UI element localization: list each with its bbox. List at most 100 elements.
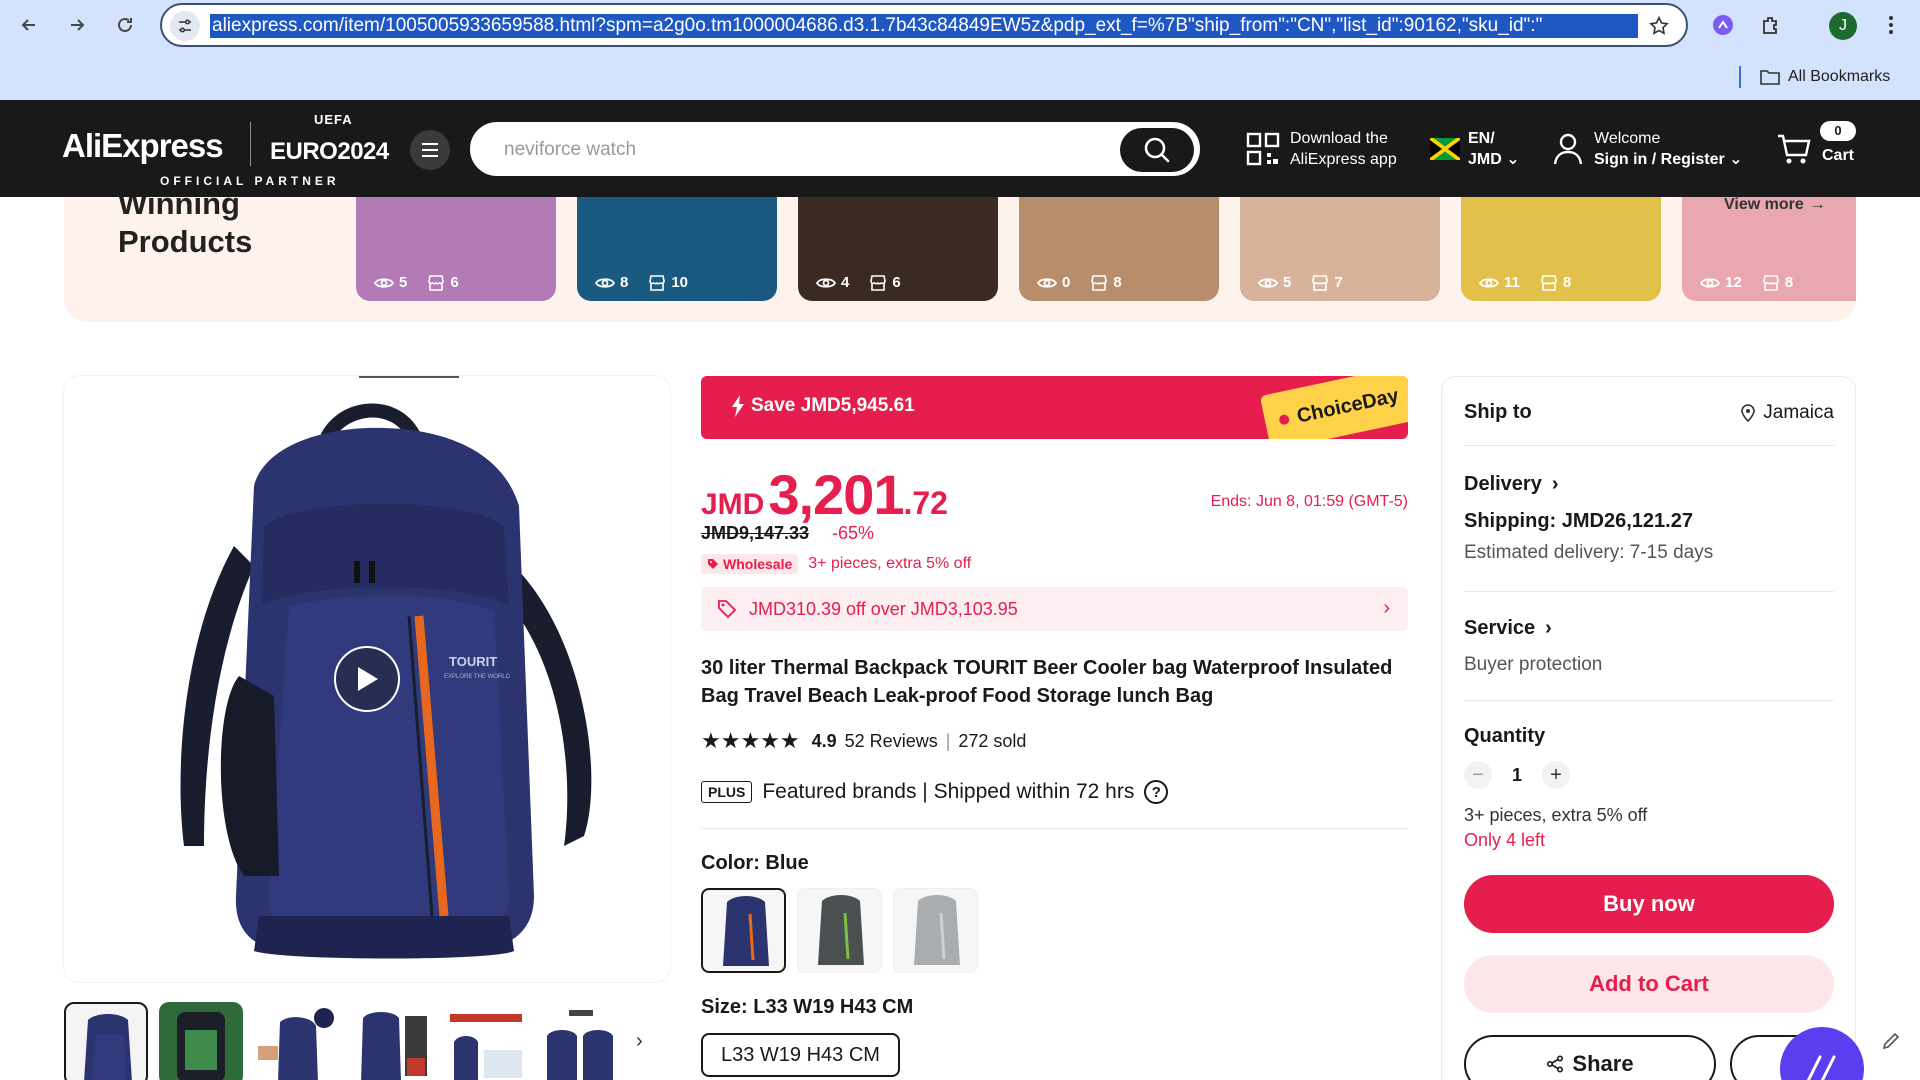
service-row[interactable]: Service ›	[1464, 617, 1834, 640]
url-text[interactable]: aliexpress.com/item/1005005933659588.htm…	[210, 14, 1638, 38]
quantity-value[interactable]: 1	[1512, 765, 1522, 786]
color-swatch-blue[interactable]	[701, 888, 786, 973]
store-icon	[870, 274, 887, 291]
buy-now-button[interactable]: Buy now	[1464, 875, 1834, 933]
download-app-link[interactable]: Download the AliExpress app	[1246, 100, 1397, 197]
account-menu[interactable]: Welcome Sign in / Register ⌄	[1552, 100, 1743, 197]
divider	[701, 828, 1408, 829]
sign-in-register-link[interactable]: Sign in / Register ⌄	[1594, 149, 1743, 170]
thumbnail[interactable]	[64, 1002, 148, 1080]
views-stat: 0	[1037, 274, 1070, 291]
extensions-icon[interactable]	[1756, 10, 1786, 40]
search-button[interactable]	[1120, 128, 1194, 172]
download-line1: Download the	[1290, 129, 1388, 147]
ship-to-row[interactable]: Ship to Jamaica	[1464, 401, 1834, 424]
official-partner-text: OFFICIAL PARTNER	[160, 174, 340, 188]
views-stat: 11	[1479, 274, 1520, 291]
back-icon[interactable]	[14, 10, 44, 40]
category-menu-button[interactable]	[410, 130, 450, 170]
eye-icon	[816, 277, 836, 288]
winning-product-card[interactable]: 46	[798, 197, 998, 301]
decrease-quantity-button[interactable]: −	[1464, 761, 1492, 789]
views-stat: 8	[595, 274, 628, 291]
winning-product-card[interactable]: 11 8	[1461, 197, 1661, 301]
sold-count: 272 sold	[958, 730, 1027, 751]
thumbnail[interactable]	[254, 1002, 338, 1080]
product-stats: 11 8	[1479, 274, 1571, 291]
delivery-row[interactable]: Delivery ›	[1464, 473, 1834, 496]
color-swatch-grey[interactable]	[797, 888, 882, 973]
choice-dot	[1278, 413, 1291, 426]
coupon-bar[interactable]: JMD310.39 off over JMD3,103.95 ›	[701, 587, 1408, 631]
stock-note: Only 4 left	[1464, 830, 1546, 850]
all-bookmarks-button[interactable]: All Bookmarks	[1760, 64, 1890, 90]
size-option[interactable]: L33 W19 H43 CM	[701, 1033, 900, 1077]
purchase-panel: Ship to Jamaica Delivery › Shipping: JMD2…	[1441, 376, 1856, 1080]
winning-product-card[interactable]: 56	[356, 197, 556, 301]
store-icon	[649, 274, 666, 291]
address-bar[interactable]: aliexpress.com/item/1005005933659588.htm…	[160, 3, 1688, 47]
play-video-button[interactable]	[334, 646, 400, 712]
winning-product-card[interactable]: 57	[1240, 197, 1440, 301]
current-price: JMD 3,201 .72	[701, 462, 948, 527]
extension-puzzle-purple-icon[interactable]	[1708, 10, 1738, 40]
help-icon[interactable]: ?	[1144, 780, 1169, 804]
increase-quantity-button[interactable]: +	[1542, 761, 1570, 789]
edit-pencil-icon[interactable]	[1876, 1026, 1906, 1056]
language-currency-selector[interactable]: EN/ JMD ⌄	[1430, 100, 1520, 197]
plus-badge: PLUS	[701, 781, 753, 803]
cart-label: Cart	[1822, 146, 1855, 164]
thumbnail[interactable]	[444, 1002, 528, 1080]
search-input[interactable]	[504, 136, 1084, 164]
winning-product-card[interactable]: 08	[1019, 197, 1219, 301]
coupon-text: JMD310.39 off over JMD3,103.95	[749, 598, 1018, 619]
stores-count: 6	[892, 274, 901, 291]
sign-in-register-text: Sign in / Register	[1594, 150, 1725, 168]
site-header: AliExpress UEFA EURO2024 OFFICIAL PARTNE…	[0, 100, 1920, 197]
rating-separator: |	[945, 730, 951, 751]
chevron-right-icon: ›	[1383, 597, 1390, 619]
browser-toolbar: aliexpress.com/item/1005005933659588.htm…	[0, 0, 1920, 52]
bookmark-star-icon[interactable]	[1646, 13, 1672, 39]
thumbnail[interactable]	[349, 1002, 433, 1080]
gallery-progress	[359, 376, 459, 378]
cart-link[interactable]: Cart	[1776, 100, 1854, 197]
location-pin-icon	[1741, 403, 1756, 422]
stores-stat: 7	[1311, 274, 1343, 291]
stores-count: 7	[1334, 274, 1343, 291]
reload-icon[interactable]	[110, 10, 140, 40]
wholesale-badge-text: Wholesale	[723, 556, 793, 572]
thumbnail[interactable]	[159, 1002, 243, 1080]
chevron-down-icon: ⌄	[1729, 150, 1743, 168]
views-count: 12	[1725, 274, 1742, 291]
stores-count: 8	[1562, 274, 1572, 291]
winning-title-line1: Winning	[118, 197, 240, 221]
chrome-menu-icon[interactable]	[1876, 10, 1906, 40]
view-more-link[interactable]: View more →	[1724, 197, 1826, 214]
aliexpress-logo[interactable]: AliExpress	[62, 127, 224, 165]
eye-icon	[1479, 277, 1499, 288]
play-icon	[358, 667, 378, 691]
download-line2: AliExpress app	[1290, 150, 1397, 168]
thumbnail[interactable]	[539, 1002, 623, 1080]
double-chevron-icon	[1806, 1055, 1836, 1080]
winning-product-card[interactable]: 8 10	[577, 197, 777, 301]
product-stats: 12 8	[1700, 274, 1793, 291]
save-banner: Save JMD5,945.61 ChoiceDay	[701, 376, 1408, 439]
site-settings-icon[interactable]	[170, 11, 200, 41]
currency-code: JMD	[1468, 150, 1502, 168]
quantity-stepper: − 1 +	[1464, 761, 1570, 789]
thumbnail-next-icon[interactable]: ›	[636, 1030, 643, 1053]
rating-stars-icon: ★★★★★	[701, 728, 800, 753]
stores-stat: 8	[1090, 274, 1122, 291]
reviews-link[interactable]: 52 Reviews	[845, 731, 938, 752]
color-swatch-light-grey[interactable]	[893, 888, 978, 973]
product-title: 30 liter Thermal Backpack TOURIT Beer Co…	[701, 657, 1393, 707]
views-count: 5	[1283, 274, 1292, 291]
share-button[interactable]: Share	[1464, 1035, 1716, 1080]
views-count: 0	[1062, 274, 1071, 291]
profile-avatar[interactable]: J	[1829, 12, 1857, 40]
forward-icon[interactable]	[62, 10, 92, 40]
add-to-cart-button[interactable]: Add to Cart	[1464, 955, 1834, 1013]
currency-text: JMD ⌄	[1468, 149, 1520, 170]
